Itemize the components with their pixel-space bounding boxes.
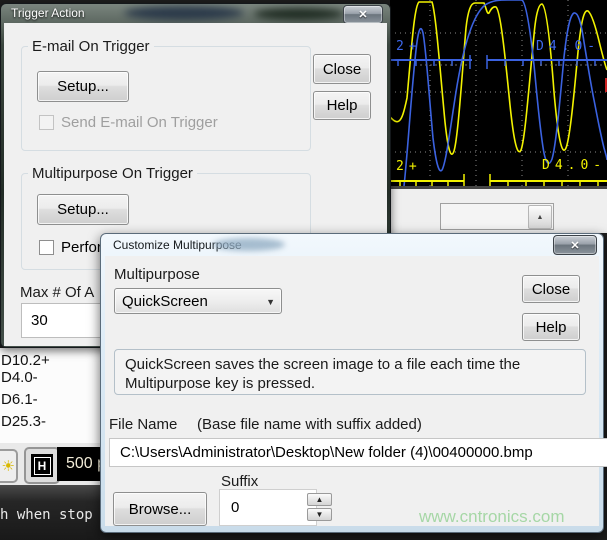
horizontal-menu-button[interactable]: H — [24, 447, 60, 484]
file-name-label: File Name — [109, 416, 177, 433]
quickscreen-description: QuickScreen saves the screen image to a … — [114, 349, 586, 395]
channel-readout: D25.3- — [1, 413, 46, 430]
send-email-checkbox-label: Send E-mail On Trigger — [61, 114, 218, 131]
file-path-value: C:\Users\Administrator\Desktop\New folde… — [120, 444, 533, 461]
watermark-smudge — [213, 238, 285, 251]
send-email-checkbox[interactable]: Send E-mail On Trigger — [39, 114, 218, 131]
email-setup-button[interactable]: Setup... — [37, 71, 129, 102]
suffix-input[interactable]: 0 — [219, 489, 317, 526]
browse-button[interactable]: Browse... — [113, 492, 207, 526]
h-icon: H — [31, 454, 53, 477]
trigger-help-button[interactable]: Help — [313, 91, 371, 120]
glass-reflection — [124, 6, 244, 20]
browse-label: Browse... — [129, 501, 192, 518]
perform-checkbox-label: Perfor — [61, 239, 102, 256]
spinner-up-icon: ▲ — [316, 495, 324, 504]
email-setup-label: Setup... — [57, 78, 109, 95]
suffix-label: Suffix — [221, 473, 258, 490]
multipurpose-dropdown[interactable]: QuickScreen ▼ — [114, 288, 282, 314]
waveform-display: 2+ D4.0- 2+ D4.0- — [390, 0, 607, 186]
customize-dialog-body: Multipurpose QuickScreen ▼ Close Help Qu… — [105, 256, 599, 526]
multipurpose-setup-label: Setup... — [57, 201, 109, 218]
close-icon: ✕ — [358, 8, 367, 21]
brightness-button[interactable]: ☀ — [0, 449, 18, 483]
status-text: h when stop — [0, 507, 93, 523]
chevron-down-icon: ▼ — [266, 297, 275, 307]
channel-2-top-label: 2+ — [396, 39, 422, 54]
d4-bottom-label: D4.0- — [542, 158, 606, 173]
customize-help-button[interactable]: Help — [522, 313, 580, 341]
suffix-increment-button[interactable]: ▲ — [307, 493, 332, 506]
glass-reflection — [254, 8, 344, 20]
channel-readout: D10.2+ — [1, 352, 50, 369]
trigger-close-button[interactable]: Close — [313, 54, 371, 84]
customize-dialog-titlebar[interactable]: Customize Multipurpose ✕ — [105, 234, 599, 256]
suffix-value: 0 — [231, 499, 239, 516]
horizontal-toolbar: ☀ H 500 p — [0, 443, 100, 487]
customize-multipurpose-dialog: Customize Multipurpose ✕ Multipurpose Qu… — [100, 233, 604, 533]
checkbox-icon — [39, 115, 54, 130]
background-panel: ▲ — [390, 186, 607, 233]
file-path-input[interactable]: C:\Users\Administrator\Desktop\New folde… — [109, 438, 607, 467]
multipurpose-group-label: Multipurpose On Trigger — [28, 165, 197, 182]
scroll-up-button[interactable]: ▲ — [528, 205, 552, 229]
multipurpose-label: Multipurpose — [114, 266, 200, 283]
watermark-text: www.cntronics.com — [419, 507, 564, 527]
trigger-close-label: Close — [323, 61, 361, 78]
partially-hidden-listbox: ▲ — [440, 203, 554, 230]
spinner-down-icon: ▼ — [316, 510, 324, 519]
close-window-button[interactable]: ✕ — [343, 5, 383, 23]
checkbox-icon — [39, 240, 54, 255]
trigger-help-label: Help — [327, 97, 358, 114]
customize-close-button[interactable]: Close — [522, 275, 580, 303]
max-actions-value: 30 — [31, 312, 48, 329]
trigger-dialog-title: Trigger Action — [11, 6, 85, 20]
divider — [390, 186, 607, 189]
trigger-dialog-titlebar[interactable]: Trigger Action ✕ — [4, 4, 387, 23]
email-group-label: E-mail On Trigger — [28, 38, 154, 55]
customize-help-label: Help — [536, 319, 567, 336]
channel-2-bottom-label: 2+ — [396, 159, 422, 174]
suffix-decrement-button[interactable]: ▼ — [307, 508, 332, 521]
channel-list-panel: D10.2+ D4.0- D6.1- D25.3- — [0, 348, 100, 445]
customize-close-label: Close — [532, 281, 570, 298]
multipurpose-setup-button[interactable]: Setup... — [37, 194, 129, 225]
d4-top-label: D4.0- — [536, 39, 600, 54]
channel-readout: D6.1- — [1, 391, 38, 408]
multipurpose-dropdown-value: QuickScreen — [122, 293, 208, 310]
scroll-up-icon: ▲ — [537, 214, 544, 221]
status-bar: h when stop — [0, 485, 100, 540]
oscilloscope-app: 2+ D4.0- 2+ D4.0- ▲ D10.2+ D4.0- D6.1- D… — [0, 0, 607, 540]
sun-icon: ☀ — [2, 457, 15, 475]
close-window-button[interactable]: ✕ — [553, 235, 597, 255]
perform-checkbox[interactable]: Perfor — [39, 239, 102, 256]
max-actions-label: Max # Of A — [20, 284, 94, 301]
file-name-hint: (Base file name with suffix added) — [197, 416, 422, 433]
close-icon: ✕ — [570, 239, 579, 252]
channel-readout: D4.0- — [1, 369, 38, 386]
